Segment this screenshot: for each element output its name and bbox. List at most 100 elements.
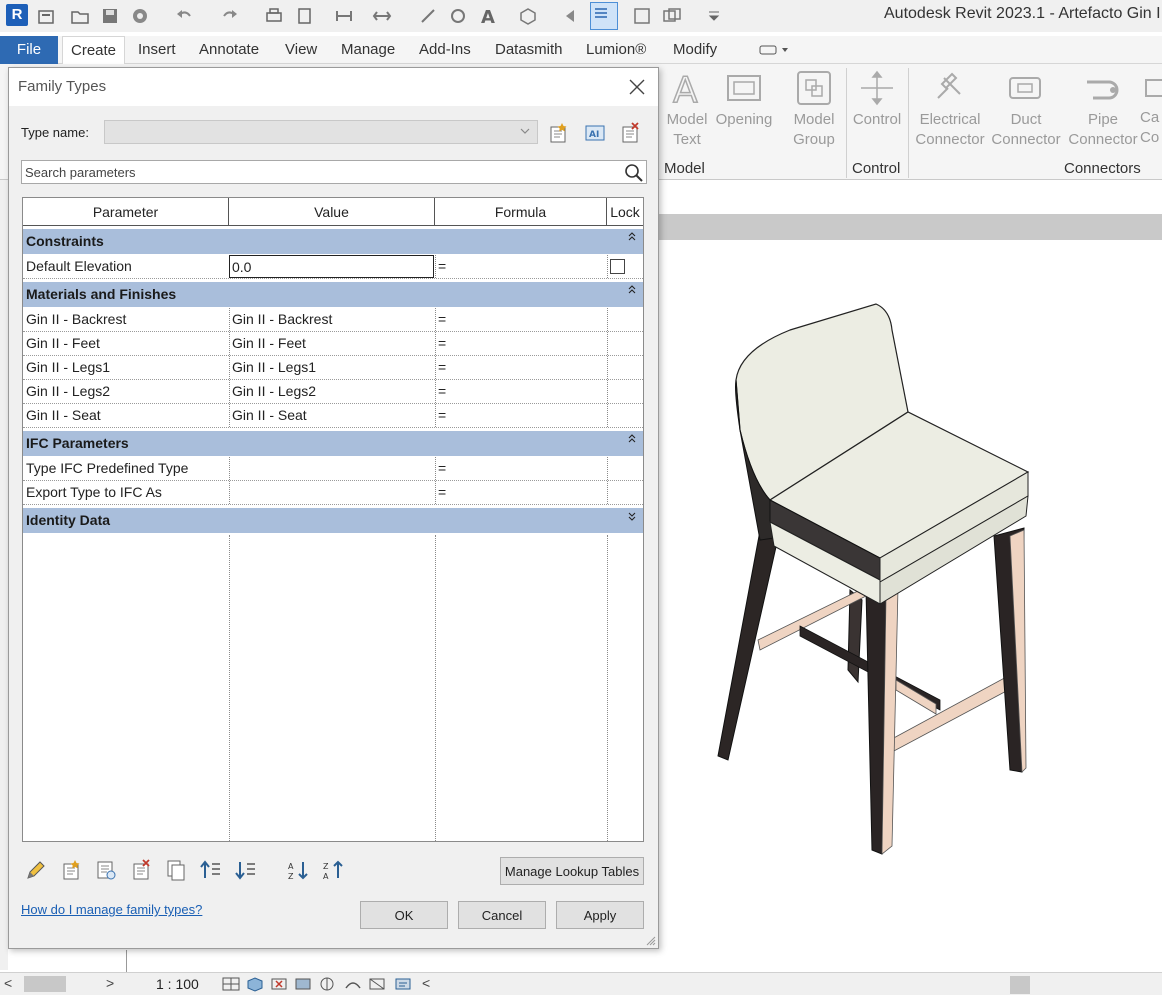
- visual-style-icon[interactable]: [246, 976, 264, 992]
- dimension-icon[interactable]: [372, 6, 392, 26]
- sort-ascending-icon[interactable]: AZ: [286, 858, 310, 882]
- section-icon[interactable]: [562, 6, 582, 26]
- shadows-icon[interactable]: [294, 976, 312, 992]
- scroll-left-icon[interactable]: <: [4, 975, 12, 991]
- group-identity-data[interactable]: Identity Data: [23, 507, 643, 533]
- model-group-button[interactable]: Model Group: [786, 68, 842, 150]
- undo-icon[interactable]: [174, 6, 194, 26]
- move-down-icon[interactable]: [234, 858, 258, 882]
- tab-create[interactable]: Create: [62, 36, 126, 64]
- rename-type-icon[interactable]: AI: [583, 121, 607, 145]
- copy-parameter-icon[interactable]: [164, 858, 188, 882]
- control-button[interactable]: Control: [850, 68, 904, 130]
- formula-cell[interactable]: =: [435, 255, 607, 278]
- print-icon[interactable]: [264, 6, 284, 26]
- table-row[interactable]: Export Type to IFC As =: [23, 481, 643, 505]
- value-cell[interactable]: Gin II - Backrest: [229, 308, 435, 331]
- formula-cell[interactable]: =: [435, 356, 607, 379]
- formula-cell[interactable]: =: [435, 308, 607, 331]
- formula-cell[interactable]: =: [435, 457, 607, 480]
- scroll-right-icon[interactable]: >: [106, 975, 114, 991]
- crop-view-icon[interactable]: [344, 976, 362, 992]
- home-icon[interactable]: [36, 6, 56, 26]
- scroll-left-icon[interactable]: <: [422, 975, 430, 991]
- close-icon[interactable]: [626, 76, 648, 98]
- value-cell[interactable]: [229, 481, 435, 504]
- close-hidden-icon[interactable]: [632, 6, 652, 26]
- search-icon[interactable]: [623, 162, 644, 183]
- move-up-icon[interactable]: [199, 858, 223, 882]
- lock-checkbox[interactable]: [610, 259, 625, 274]
- collapse-icon[interactable]: [627, 285, 637, 295]
- delete-parameter-icon[interactable]: [129, 858, 153, 882]
- collapse-icon[interactable]: [627, 232, 637, 242]
- formula-cell[interactable]: =: [435, 404, 607, 427]
- model-text-button[interactable]: A Model Text: [664, 68, 710, 150]
- horizontal-scrollbar-thumb[interactable]: [1010, 976, 1030, 994]
- ribbon-display-toggle-icon[interactable]: [758, 43, 792, 57]
- sheet-icon[interactable]: [295, 6, 315, 26]
- formula-cell[interactable]: =: [435, 380, 607, 403]
- shared-parameter-icon[interactable]: [94, 858, 118, 882]
- cancel-button[interactable]: Cancel: [458, 901, 546, 929]
- 3d-view-icon[interactable]: [518, 6, 538, 26]
- redo-icon[interactable]: [220, 6, 240, 26]
- collapse-icon[interactable]: [627, 434, 637, 444]
- value-cell[interactable]: [229, 457, 435, 480]
- formula-cell[interactable]: =: [435, 332, 607, 355]
- help-link[interactable]: How do I manage family types?: [21, 902, 202, 917]
- search-parameters-box[interactable]: [21, 160, 647, 184]
- tab-lumion[interactable]: Lumion®: [578, 36, 654, 64]
- tab-insert[interactable]: Insert: [130, 36, 184, 64]
- pipe-connector-button[interactable]: Pipe Connector: [1066, 68, 1140, 150]
- type-name-dropdown[interactable]: [104, 120, 538, 144]
- view-scale[interactable]: 1 : 100: [156, 976, 199, 992]
- render-icon[interactable]: [318, 976, 336, 992]
- resize-grip-icon[interactable]: [646, 936, 656, 946]
- column-header-value[interactable]: Value: [229, 198, 435, 226]
- value-cell[interactable]: Gin II - Legs1: [229, 356, 435, 379]
- group-constraints[interactable]: Constraints: [23, 228, 643, 254]
- value-cell[interactable]: Gin II - Legs2: [229, 380, 435, 403]
- detail-level-icon[interactable]: [222, 976, 240, 992]
- horizontal-scrollbar-thumb[interactable]: [24, 976, 66, 992]
- tab-manage[interactable]: Manage: [333, 36, 403, 64]
- tab-view[interactable]: View: [277, 36, 325, 64]
- new-parameter-icon[interactable]: [59, 858, 83, 882]
- table-row[interactable]: Gin II - Feet Gin II - Feet =: [23, 332, 643, 356]
- column-header-formula[interactable]: Formula: [435, 198, 607, 226]
- group-ifc-parameters[interactable]: IFC Parameters: [23, 430, 643, 456]
- new-type-icon[interactable]: [546, 121, 570, 145]
- tag-icon[interactable]: [448, 6, 468, 26]
- table-row[interactable]: Gin II - Seat Gin II - Seat =: [23, 404, 643, 428]
- group-materials-and-finishes[interactable]: Materials and Finishes: [23, 281, 643, 307]
- thin-lines-icon[interactable]: [590, 2, 618, 30]
- table-row[interactable]: Gin II - Legs2 Gin II - Legs2 =: [23, 380, 643, 404]
- save-icon[interactable]: [100, 6, 120, 26]
- customize-qat-icon[interactable]: [704, 6, 724, 26]
- column-header-parameter[interactable]: Parameter: [23, 198, 229, 226]
- reveal-hidden-icon[interactable]: [394, 976, 412, 992]
- value-cell[interactable]: Gin II - Feet: [229, 332, 435, 355]
- electrical-connector-button[interactable]: Electrical Connector: [914, 68, 986, 150]
- delete-type-icon[interactable]: [618, 121, 642, 145]
- switch-windows-icon[interactable]: [662, 6, 682, 26]
- value-cell[interactable]: Gin II - Seat: [229, 404, 435, 427]
- apply-button[interactable]: Apply: [556, 901, 644, 929]
- expand-icon[interactable]: [627, 511, 637, 521]
- table-row[interactable]: Gin II - Backrest Gin II - Backrest =: [23, 308, 643, 332]
- chair-3d-view[interactable]: [700, 290, 1040, 860]
- ok-button[interactable]: OK: [360, 901, 448, 929]
- align-icon[interactable]: [418, 6, 438, 26]
- edit-parameter-icon[interactable]: [24, 858, 48, 882]
- cable-tray-connector-button[interactable]: Ca Co: [1140, 68, 1162, 148]
- duct-connector-button[interactable]: Duct Connector: [990, 68, 1062, 150]
- manage-lookup-tables-button[interactable]: Manage Lookup Tables: [500, 857, 644, 885]
- file-tab[interactable]: File: [0, 36, 58, 64]
- tab-add-ins[interactable]: Add-Ins: [411, 36, 479, 64]
- table-row[interactable]: Type IFC Predefined Type =: [23, 457, 643, 481]
- tab-datasmith[interactable]: Datasmith: [487, 36, 571, 64]
- search-parameters-input[interactable]: [25, 163, 615, 181]
- measure-icon[interactable]: [334, 6, 354, 26]
- tab-modify[interactable]: Modify: [665, 36, 725, 64]
